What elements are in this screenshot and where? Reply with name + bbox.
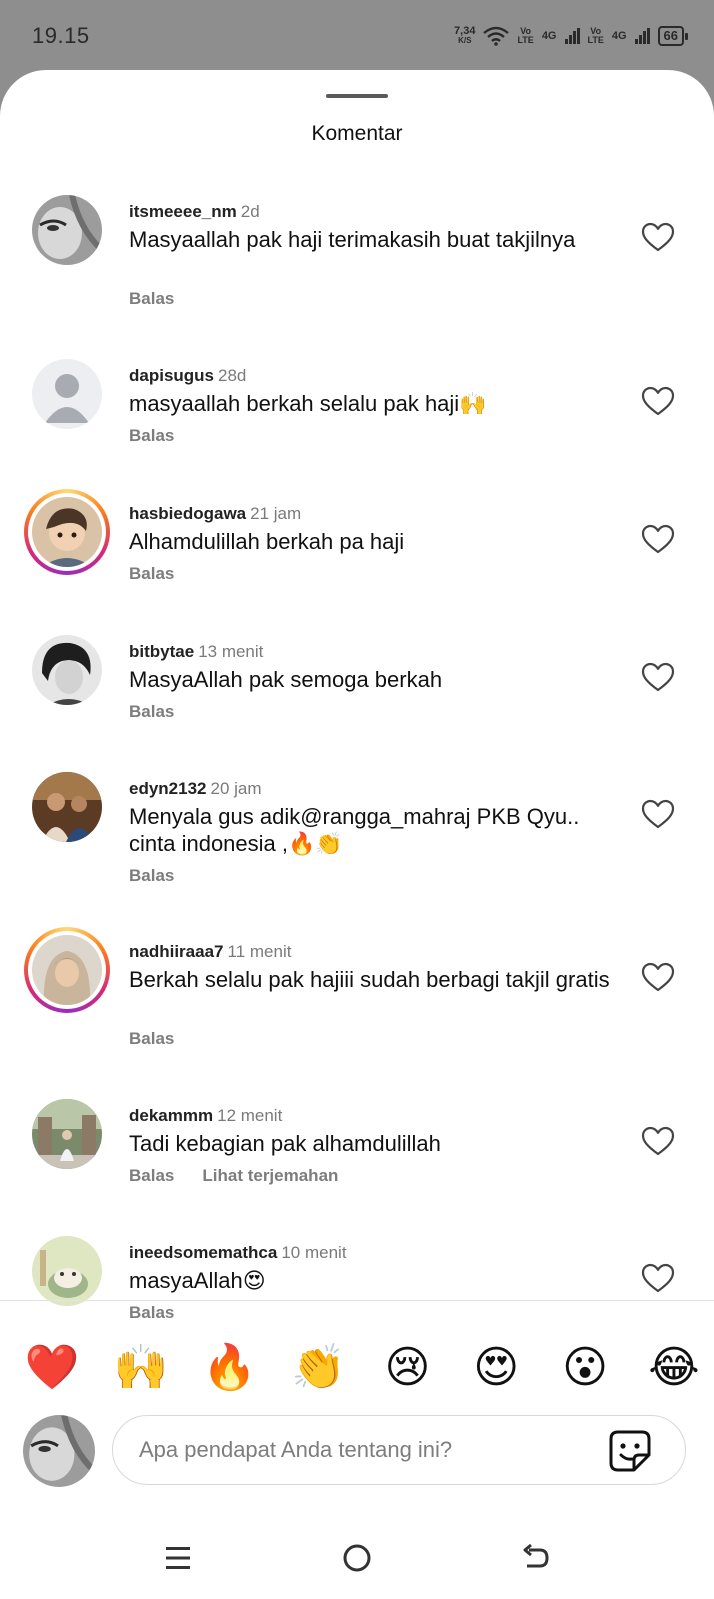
comment-time: 2d [240, 202, 260, 221]
comment-meta: dapisugus 28d [129, 366, 246, 386]
avatar[interactable] [32, 195, 102, 265]
comment-text: Berkah selalu pak hajiii sudah berbagi t… [129, 967, 610, 992]
heart-outline-icon[interactable] [641, 662, 675, 692]
comment-actions: Balas [129, 702, 174, 722]
avatar[interactable] [32, 635, 102, 705]
reply-button[interactable]: Balas [129, 702, 174, 721]
reply-button[interactable]: Balas [129, 564, 174, 583]
heart-outline-icon[interactable] [641, 1263, 675, 1293]
signal-1-icon [564, 28, 580, 44]
comment-actions: Balas [129, 866, 174, 886]
heart-outline-icon[interactable] [641, 962, 675, 992]
avatar[interactable] [32, 772, 102, 842]
network-gen-2: 4G [611, 30, 627, 42]
signal-2-icon [634, 28, 650, 44]
comment-meta: edyn2132 20 jam [129, 779, 262, 799]
reply-button[interactable]: Balas [129, 1303, 174, 1322]
comment-meta: bitbytae 13 menit [129, 642, 263, 662]
quick-emoji-bar: ❤️ 🙌 🔥 👏 😢 😍 😮 😂 [0, 1340, 714, 1396]
network-gen-1: 4G [541, 30, 557, 42]
avatar[interactable] [32, 359, 102, 429]
comment-text: Masyaallah pak haji terimakasih buat tak… [129, 227, 576, 252]
comment-meta: hasbiedogawa 21 jam [129, 504, 301, 524]
wifi-icon [483, 26, 510, 46]
emoji-clap-button[interactable]: 👏 [291, 1340, 347, 1396]
sheet-title: Komentar [311, 122, 403, 145]
reply-button[interactable]: Balas [129, 1029, 174, 1048]
emoji-laughing-button[interactable]: 😂 [646, 1340, 702, 1396]
comment-composer [112, 1415, 686, 1485]
comment-meta: itsmeeee_nm 2d [129, 202, 260, 222]
comment-username[interactable]: dapisugus [129, 366, 214, 385]
comment-text: Alhamdulillah berkah pa haji [129, 529, 405, 554]
reply-button[interactable]: Balas [129, 426, 174, 445]
comment-text: Menyala gus adik@rangga_mahraj PKB Qyu..… [129, 804, 580, 856]
emoji-crying-button[interactable]: 😢 [379, 1340, 435, 1396]
heart-outline-icon[interactable] [641, 524, 675, 554]
comment-list[interactable]: itsmeeee_nm 2d Masyaallah pak haji terima… [0, 180, 714, 1398]
comment-actions: Balas [129, 426, 174, 446]
comment-time: 13 menit [198, 642, 264, 661]
reply-button[interactable]: Balas [129, 866, 174, 885]
comment-time: 10 menit [281, 1243, 347, 1262]
system-nav-bar [0, 1520, 714, 1592]
sheet-grabber[interactable] [326, 94, 388, 98]
comment-username[interactable]: ineedsomemathca [129, 1243, 277, 1262]
volte-2-indicator: Vo LTE [587, 26, 604, 45]
comment-text: masyaallah berkah selalu pak haji🙌 [129, 391, 487, 416]
heart-outline-icon[interactable] [641, 799, 675, 829]
comment-username[interactable]: itsmeeee_nm [129, 202, 237, 221]
menu-icon[interactable] [158, 1538, 198, 1578]
heart-outline-icon[interactable] [641, 222, 675, 252]
avatar-story-ring[interactable] [24, 489, 110, 575]
comment-username[interactable]: dekammm [129, 1106, 213, 1125]
status-time: 19.15 [32, 23, 90, 48]
comment-input[interactable] [139, 1416, 599, 1483]
avatar-story-ring[interactable] [24, 927, 110, 1013]
comment-time: 21 jam [250, 504, 302, 523]
network-speed: 7,34 K/S [454, 25, 476, 46]
battery-icon: 66 [657, 26, 689, 46]
emoji-heart-eyes-button[interactable]: 😍 [468, 1340, 524, 1396]
comment-text: masyaAllah😍 [129, 1268, 266, 1293]
see-translation-button[interactable]: Lihat terjemahan [202, 1166, 338, 1185]
comment-time: 11 menit [227, 942, 292, 961]
comment-username[interactable]: bitbytae [129, 642, 194, 661]
comment-username[interactable]: nadhiiraaa7 [129, 942, 224, 961]
comment-username[interactable]: edyn2132 [129, 779, 207, 798]
reply-button[interactable]: Balas [129, 289, 174, 308]
emoji-heart-button[interactable]: ❤️ [24, 1340, 80, 1396]
comment-text: Tadi kebagian pak alhamdulillah [129, 1131, 441, 1156]
comment-actions: Balas [129, 1303, 174, 1323]
emoji-fire-button[interactable]: 🔥 [202, 1340, 258, 1396]
avatar[interactable] [32, 1099, 102, 1169]
comment-text: MasyaAllah pak semoga berkah [129, 667, 443, 692]
emoji-surprised-button[interactable]: 😮 [557, 1340, 613, 1396]
comment-actions: Balas [129, 1029, 174, 1049]
status-bar: 19.15 7,34 K/S Vo LTE 4G Vo LTE 4G 66 [0, 0, 714, 72]
heart-outline-icon[interactable] [641, 1126, 675, 1156]
sticker-icon[interactable] [608, 1429, 652, 1473]
reply-button[interactable]: Balas [129, 1166, 174, 1185]
comment-meta: ineedsomemathca 10 menit [129, 1243, 347, 1263]
comment-time: 20 jam [210, 779, 262, 798]
composer-divider [0, 1300, 714, 1301]
back-icon[interactable] [516, 1538, 556, 1578]
volte-1-indicator: Vo LTE [517, 26, 534, 45]
avatar[interactable] [32, 1236, 102, 1306]
comment-meta: nadhiiraaa7 11 menit [129, 942, 291, 962]
comment-time: 12 menit [217, 1106, 283, 1125]
comment-username[interactable]: hasbiedogawa [129, 504, 246, 523]
emoji-raised-hands-button[interactable]: 🙌 [113, 1340, 169, 1396]
comment-actions: Balas [129, 564, 174, 584]
home-circle-icon[interactable] [337, 1538, 377, 1578]
comment-meta: dekammm 12 menit [129, 1106, 282, 1126]
comment-time: 28d [218, 366, 247, 385]
status-icons: 7,34 K/S Vo LTE 4G Vo LTE 4G 66 [454, 25, 689, 46]
current-user-avatar [23, 1415, 95, 1487]
heart-outline-icon[interactable] [641, 386, 675, 416]
comment-actions: Balas [129, 289, 174, 309]
comment-actions: Balas Lihat terjemahan [129, 1166, 338, 1186]
